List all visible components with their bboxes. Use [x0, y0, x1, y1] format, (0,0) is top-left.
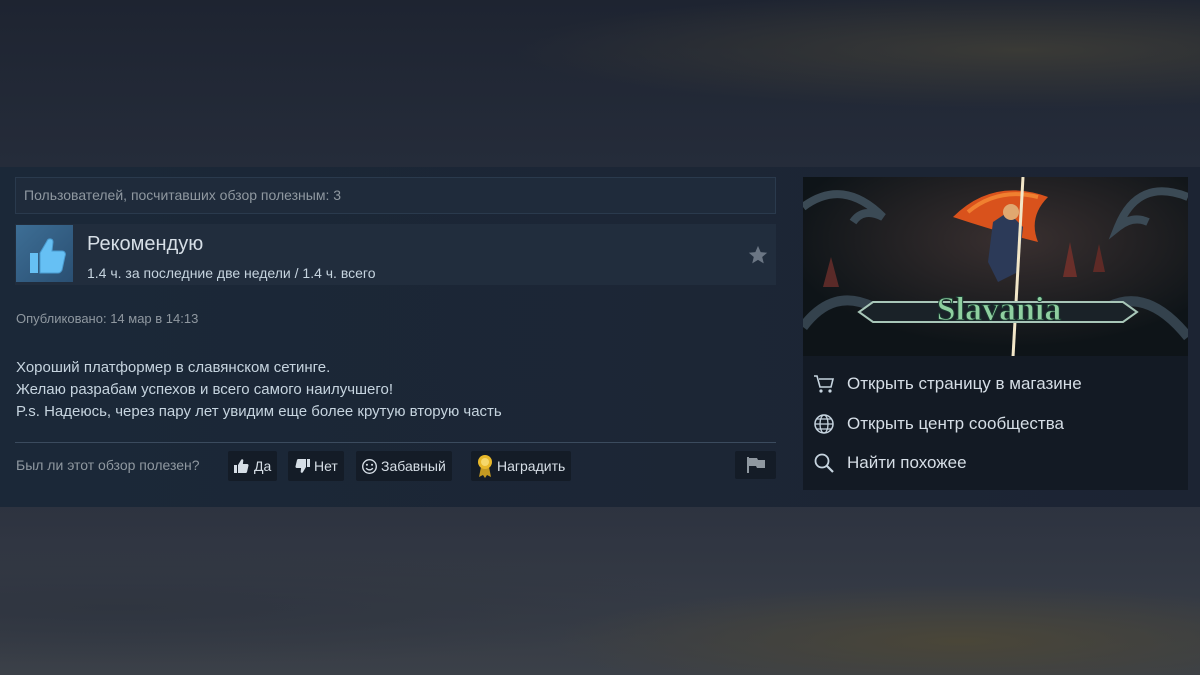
vote-no-label: Нет: [314, 458, 338, 474]
helpful-count-bar: Пользователей, посчитавших обзор полезны…: [15, 177, 776, 214]
vote-funny-button[interactable]: Забавный: [356, 451, 452, 481]
find-similar-label: Найти похожее: [847, 453, 967, 472]
thumbs-up-icon: [234, 459, 249, 473]
posted-date: Опубликовано: 14 мар в 14:13: [16, 311, 199, 326]
review-line: Хороший платформер в славянском сетинге.: [16, 359, 331, 376]
playtime-text: 1.4 ч. за последние две недели / 1.4 ч. …: [87, 265, 376, 281]
search-icon: [814, 453, 834, 473]
divider: [15, 442, 776, 443]
page-background-bottom: [0, 507, 1200, 675]
award-button[interactable]: Наградить: [471, 451, 572, 481]
recommendation-box: Рекомендую 1.4 ч. за последние две недел…: [15, 224, 776, 285]
thumbs-down-icon: [295, 459, 310, 473]
award-label: Наградить: [497, 458, 566, 474]
report-button[interactable]: [735, 451, 776, 479]
community-hub-label: Открыть центр сообщества: [847, 414, 1065, 433]
find-similar-link[interactable]: Найти похожее: [813, 450, 967, 476]
vote-no-button[interactable]: Нет: [288, 451, 344, 481]
vote-yes-button[interactable]: Да: [228, 451, 278, 481]
game-card: Slavania Открыть страницу в магазине Отк…: [803, 177, 1188, 490]
thumbs-up-icon[interactable]: [16, 225, 73, 282]
review-body: Хороший платформер в славянском сетинге.…: [16, 357, 502, 423]
recommendation-title[interactable]: Рекомендую: [87, 233, 203, 256]
community-hub-link[interactable]: Открыть центр сообщества: [813, 411, 1064, 437]
vote-yes-label: Да: [254, 458, 272, 474]
flag-icon: [746, 457, 765, 473]
helpful-question: Был ли этот обзор полезен?: [16, 457, 200, 473]
smiley-icon: [362, 458, 377, 474]
page-background-top: [0, 0, 1200, 167]
review-line: P.s. Надеюсь, через пару лет увидим еще …: [16, 403, 502, 420]
cart-icon: [814, 375, 835, 393]
review-line: Желаю разрабам успехов и всего самого на…: [16, 381, 394, 398]
store-page-label: Открыть страницу в магазине: [847, 374, 1082, 393]
award-icon: [478, 455, 492, 478]
game-logo-text: Slavania: [937, 291, 1062, 328]
store-page-link[interactable]: Открыть страницу в магазине: [813, 371, 1082, 397]
vote-funny-label: Забавный: [381, 458, 446, 474]
star-icon[interactable]: [747, 244, 769, 266]
game-capsule-image[interactable]: Slavania: [803, 177, 1188, 356]
globe-icon: [814, 414, 834, 434]
